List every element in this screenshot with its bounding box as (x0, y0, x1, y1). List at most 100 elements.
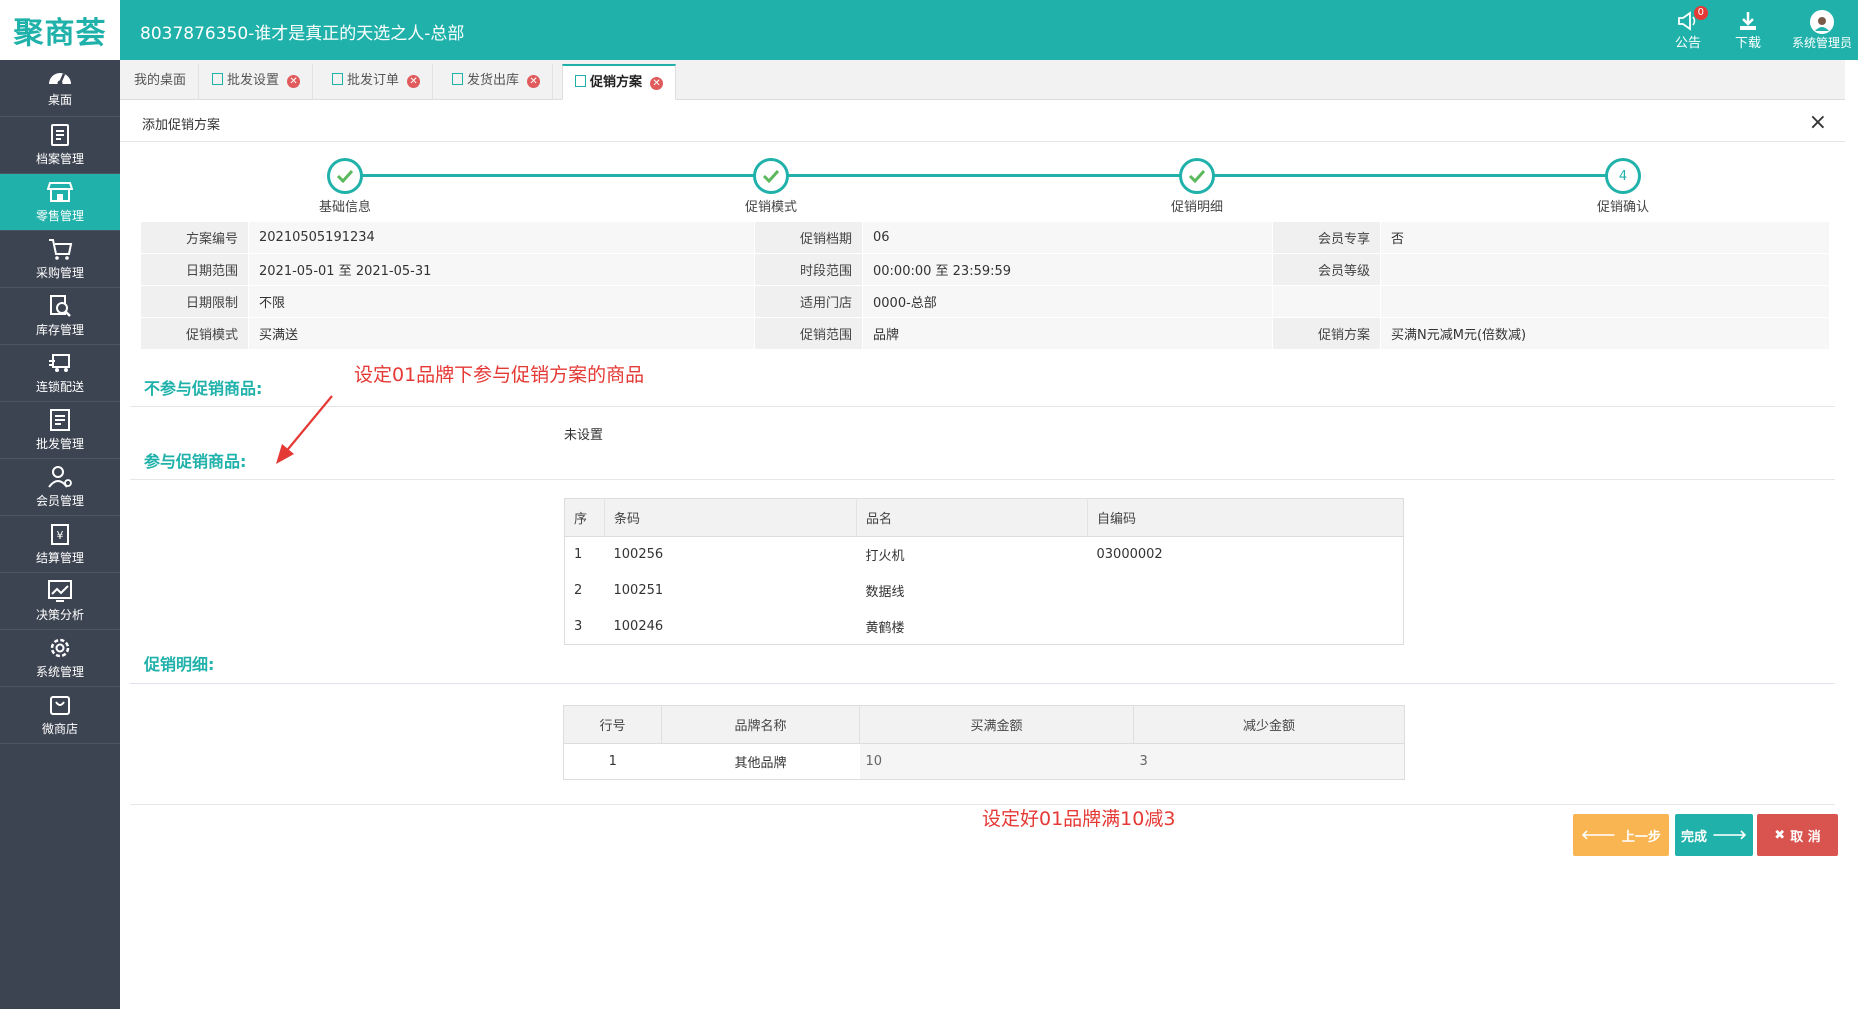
avatar (1810, 10, 1834, 34)
cell-selfcode (1088, 609, 1404, 645)
shop-bag-icon (50, 696, 70, 715)
scheme-value: 买满N元减M元(倍数减) (1380, 317, 1830, 350)
user-avatar-icon (1815, 17, 1829, 31)
sidebar-item-settlement[interactable]: ¥ 结算管理 (0, 516, 120, 573)
date-range-value: 2021-05-01 至 2021-05-31 (248, 253, 755, 286)
table-row[interactable]: 1 其他品牌 10 3 (564, 743, 1405, 780)
col-index-header: 序 (564, 498, 605, 537)
cancel-button[interactable]: ✖ 取 消 (1757, 814, 1838, 856)
tab-shipping[interactable]: 发货出库 ✕ (440, 64, 554, 100)
close-icon[interactable]: × (1809, 110, 1827, 135)
sidebar-item-system[interactable]: 系统管理 (0, 630, 120, 687)
download-icon (1740, 12, 1756, 30)
top-bar: 聚商荟 8037876350-谁才是真正的天选之人-总部 0 公告 下载 系统管… (0, 0, 1858, 60)
sidebar-item-inventory[interactable]: 库存管理 (0, 288, 120, 345)
download-button[interactable]: 下载 (1720, 8, 1776, 56)
sidebar-item-label: 连锁配送 (35, 380, 84, 394)
col-row-no-header: 行号 (563, 705, 662, 744)
download-label: 下载 (1734, 36, 1761, 51)
empty-cell (1272, 285, 1381, 318)
sidebar-item-delivery[interactable]: 连锁配送 (0, 345, 120, 402)
dialog-header: 添加促销方案 × (120, 102, 1845, 142)
date-limit-value: 不限 (248, 285, 755, 318)
sidebar-item-label: 结算管理 (35, 551, 84, 565)
tab-label: 批发设置 (227, 73, 280, 88)
reduce-amount-input[interactable]: 3 (1133, 743, 1405, 780)
member-level-label: 会员等级 (1272, 253, 1381, 286)
sidebar-item-wholesale[interactable]: 批发管理 (0, 402, 120, 459)
sidebar-item-desktop[interactable]: 桌面 (0, 60, 120, 117)
scope-value: 品牌 (862, 317, 1273, 350)
member-only-label: 会员专享 (1272, 221, 1381, 254)
step-basic-info: 基础信息 (285, 158, 405, 215)
settings-icon (50, 638, 70, 658)
excluded-goods-title: 不参与促销商品: (144, 379, 263, 398)
store-value: 0000-总部 (862, 285, 1273, 318)
step-circle (327, 158, 363, 194)
tab-my-desktop[interactable]: 我的桌面 (122, 64, 200, 100)
tab-wholesale-orders[interactable]: 批发订单 ✕ (320, 64, 434, 100)
tab-wholesale-settings[interactable]: 批发设置 ✕ (200, 64, 314, 100)
analysis-icon (48, 580, 72, 602)
settlement-icon: ¥ (51, 524, 69, 545)
prev-step-button[interactable]: 🡐 上一步 (1573, 814, 1669, 856)
date-limit-label: 日期限制 (140, 285, 249, 318)
mode-label: 促销模式 (140, 317, 249, 350)
notice-badge: 0 (1693, 6, 1708, 20)
sidebar-item-label: 零售管理 (35, 209, 84, 223)
prev-step-label: 上一步 (1621, 829, 1661, 845)
steps-progress-line (345, 174, 1625, 177)
tab-promotion-plan[interactable]: 促销方案 ✕ (562, 64, 677, 100)
store-icon (47, 182, 73, 202)
store-label: 适用门店 (754, 285, 863, 318)
notice-button[interactable]: 0 公告 (1660, 6, 1716, 56)
close-tab-icon[interactable]: ✕ (650, 77, 664, 90)
cell-index: 3 (574, 618, 583, 634)
sidebar-item-member[interactable]: 会员管理 (0, 459, 120, 516)
cell-selfcode (1088, 573, 1404, 609)
sidebar-item-label: 决策分析 (35, 608, 84, 622)
document-icon (332, 73, 343, 85)
promotion-detail-table: 行号 品牌名称 买满金额 减少金额 1 其他品牌 10 3 (563, 705, 1405, 780)
col-name-header: 品名 (856, 498, 1088, 537)
sidebar-item-label: 批发管理 (35, 437, 84, 451)
col-full-amount-header: 买满金额 (859, 705, 1134, 744)
finish-button[interactable]: 完成 🡒 (1675, 814, 1753, 856)
table-row[interactable]: 3 100246 黄鹤楼 (565, 609, 1404, 645)
sidebar-item-label: 采购管理 (35, 266, 84, 280)
cell-index: 1 (574, 547, 583, 563)
table-row[interactable]: 2 100251 数据线 (565, 573, 1404, 609)
full-amount-input[interactable]: 10 (859, 743, 1134, 780)
close-tab-icon[interactable]: ✕ (407, 75, 421, 88)
dialog-title: 添加促销方案 (142, 118, 221, 133)
user-menu[interactable]: 系统管理员 (1786, 8, 1858, 56)
included-goods-title: 参与促销商品: (144, 452, 247, 471)
wholesale-icon (50, 409, 70, 431)
step-promotion-confirm: 4 促销确认 (1563, 158, 1683, 215)
sidebar-item-purchase[interactable]: 采购管理 (0, 231, 120, 288)
cell-name: 打火机 (865, 549, 905, 565)
col-reduce-amount-header: 减少金额 (1133, 705, 1405, 744)
cell-name: 数据线 (865, 585, 905, 600)
archive-icon (51, 124, 69, 146)
sidebar-item-label: 库存管理 (35, 323, 84, 337)
sidebar-item-microshop[interactable]: 微商店 (0, 687, 120, 744)
sidebar-item-archive[interactable]: 档案管理 (0, 117, 120, 174)
logo[interactable]: 聚商荟 (0, 0, 120, 60)
purchase-icon (49, 239, 73, 260)
step-promotion-mode: 促销模式 (711, 158, 831, 215)
step-label: 促销明细 (1170, 200, 1223, 215)
sidebar-item-label: 系统管理 (35, 665, 84, 679)
close-icon: ✖ (1774, 827, 1786, 843)
close-tab-icon[interactable]: ✕ (527, 75, 541, 88)
tab-label: 批发订单 (347, 73, 400, 88)
sidebar-item-analysis[interactable]: 决策分析 (0, 573, 120, 630)
sidebar-item-retail[interactable]: 零售管理 (0, 174, 120, 231)
cell-name: 黄鹤楼 (865, 620, 905, 636)
step-label: 基础信息 (318, 200, 371, 215)
close-tab-icon[interactable]: ✕ (287, 75, 301, 88)
table-row[interactable]: 1 100256 打火机 03000002 (565, 537, 1404, 573)
col-barcode-header: 条码 (604, 498, 857, 537)
sidebar-item-label: 会员管理 (35, 494, 84, 508)
plan-no-label: 方案编号 (140, 221, 249, 254)
